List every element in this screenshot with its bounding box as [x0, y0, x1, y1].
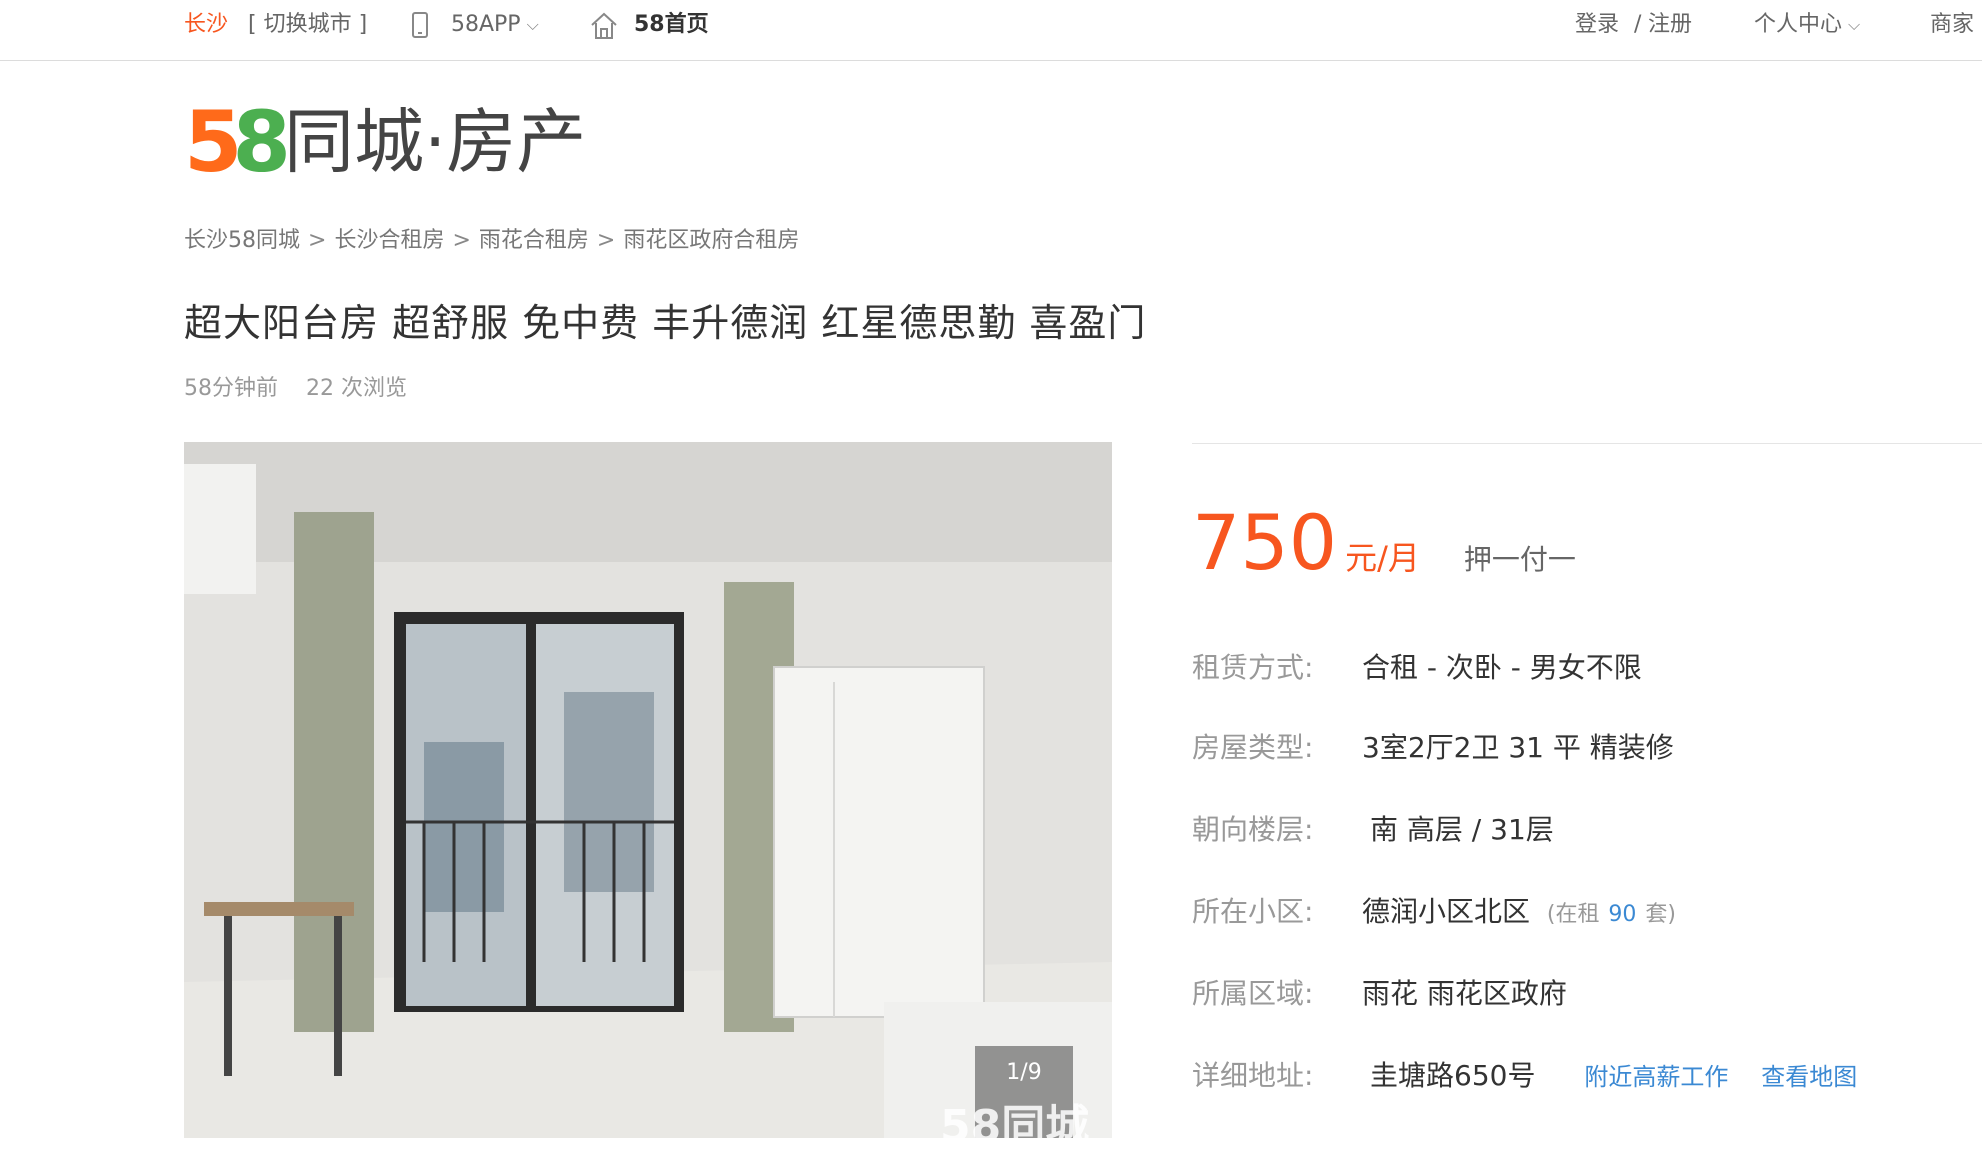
section-divider — [1192, 443, 1982, 444]
view-count: 22 次浏览 — [306, 376, 407, 401]
home-link[interactable]: 58首页 — [634, 9, 709, 41]
phone-icon — [412, 12, 428, 38]
payment-terms: 押一付一 — [1463, 543, 1576, 576]
community-row: 所在小区: 德润小区北区 (在租 90 套) — [1192, 890, 1676, 930]
orientation-value: 南 高层 / 31层 — [1370, 813, 1554, 846]
breadcrumb-item[interactable]: 长沙58同城 — [184, 228, 300, 253]
rent-type-label: 租赁方式: — [1192, 651, 1314, 684]
community-value[interactable]: 德润小区北区 — [1362, 895, 1530, 928]
app-label: 58APP — [451, 12, 521, 37]
listing-meta: 58分钟前 22 次浏览 — [184, 370, 407, 402]
register-link[interactable]: 注册 — [1648, 9, 1692, 41]
view-map-link[interactable]: 查看地图 — [1761, 1063, 1857, 1091]
login-link[interactable]: 登录 — [1575, 9, 1619, 41]
breadcrumb-item[interactable]: 雨花区政府合租房 — [623, 228, 799, 253]
orientation-label: 朝向楼层: — [1192, 813, 1314, 846]
rent-type-value: 合租 - 次卧 - 男女不限 — [1362, 651, 1642, 684]
address-value: 圭塘路650号 — [1370, 1059, 1536, 1092]
address-label: 详细地址: — [1192, 1059, 1314, 1092]
community-count[interactable]: 90 — [1608, 902, 1636, 927]
price-unit: 元/月 — [1345, 539, 1420, 577]
address-row: 详细地址: 圭塘路650号 附近高薪工作 查看地图 — [1192, 1054, 1857, 1094]
room-photo-illustration — [184, 442, 1112, 1138]
breadcrumb-separator: > — [452, 228, 471, 253]
user-center-menu[interactable]: 个人中心 ⌵ — [1754, 9, 1860, 41]
breadcrumb-item[interactable]: 雨花合租房 — [479, 228, 589, 253]
house-type-value: 3室2厅2卫 31 平 精装修 — [1362, 731, 1674, 764]
switch-city-link[interactable]: [ 切换城市 ] — [248, 9, 367, 41]
breadcrumb-separator: > — [308, 228, 327, 253]
price-amount: 750 — [1192, 498, 1338, 587]
merchant-center-link[interactable]: 商家 — [1930, 9, 1974, 41]
photo-watermark: 58同城 — [940, 1101, 1090, 1152]
home-icon — [591, 12, 617, 39]
listing-photo[interactable] — [184, 442, 1112, 1138]
orientation-row: 朝向楼层: 南 高层 / 31层 — [1192, 808, 1554, 848]
breadcrumb: 长沙58同城 > 长沙合租房 > 雨花合租房 > 雨花区政府合租房 — [184, 222, 799, 254]
community-label: 所在小区: — [1192, 895, 1314, 928]
posted-time: 58分钟前 — [184, 376, 278, 401]
nearby-jobs-link[interactable]: 附近高薪工作 — [1584, 1063, 1728, 1091]
current-city[interactable]: 长沙 — [184, 9, 228, 41]
chevron-down-icon: ⌵ — [1848, 15, 1861, 34]
community-count-suffix: 套) — [1645, 902, 1676, 927]
logo-text: 同城·房产 — [284, 101, 587, 183]
area-row: 所属区域: 雨花 雨花区政府 — [1192, 972, 1567, 1012]
login-separator: / — [1634, 12, 1642, 37]
logo-digits: 58 — [184, 93, 291, 191]
app-download-link[interactable]: 58APP ⌵ — [451, 9, 539, 41]
area-label: 所属区域: — [1192, 977, 1314, 1010]
user-center-label: 个人中心 — [1754, 12, 1843, 37]
price-block: 750 元/月 押一付一 — [1192, 498, 1576, 587]
community-count-prefix: (在租 — [1546, 902, 1600, 927]
breadcrumb-item[interactable]: 长沙合租房 — [334, 228, 444, 253]
house-type-label: 房屋类型: — [1192, 731, 1314, 764]
top-nav-bar: 长沙 [ 切换城市 ] 58APP ⌵ 58首页 登录 / 注册 个人中心 ⌵ 商家 — [0, 0, 1982, 61]
rent-type-row: 租赁方式: 合租 - 次卧 - 男女不限 — [1192, 646, 1642, 686]
house-type-row: 房屋类型: 3室2厅2卫 31 平 精装修 — [1192, 726, 1674, 766]
area-value[interactable]: 雨花 雨花区政府 — [1362, 977, 1567, 1010]
logo-mark: 58 — [184, 100, 291, 184]
breadcrumb-separator: > — [596, 228, 616, 253]
listing-title: 超大阳台房 超舒服 免中费 丰升德润 红星德思勤 喜盈门 — [184, 301, 1147, 345]
chevron-down-icon: ⌵ — [526, 15, 539, 34]
